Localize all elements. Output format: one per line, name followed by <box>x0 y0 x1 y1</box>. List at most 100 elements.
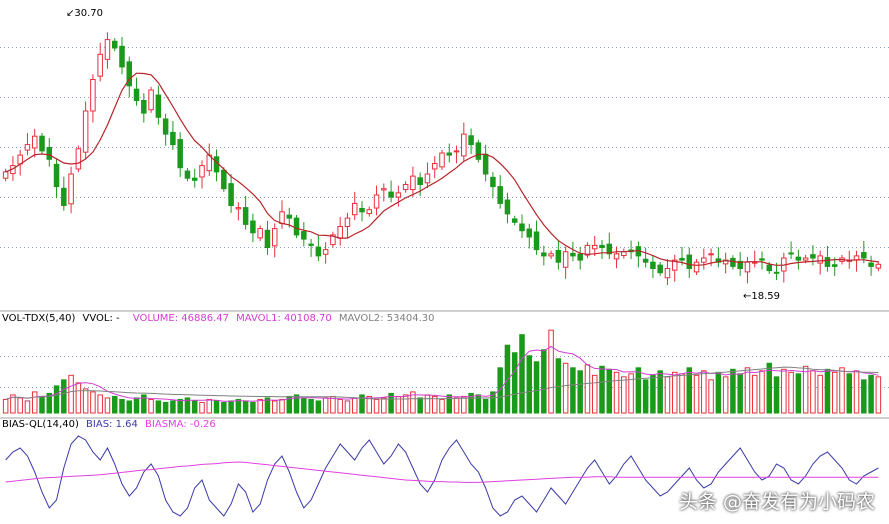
volume-bar <box>839 367 845 414</box>
candle-body <box>555 249 562 263</box>
volume-indicator-name: VOL-TDX(5,40) <box>2 313 76 324</box>
volume-bar <box>53 385 60 414</box>
volume-bar <box>126 400 133 414</box>
candle-body <box>795 256 802 261</box>
volume-bar <box>744 367 751 414</box>
candle-body <box>693 261 700 273</box>
candle-body <box>533 231 540 251</box>
volume-bar <box>206 398 213 414</box>
candle-body <box>170 131 176 146</box>
candle-body <box>199 165 205 178</box>
candle-body <box>817 255 823 264</box>
volume-bar <box>177 398 183 414</box>
volume-bar <box>97 394 103 414</box>
candle-body <box>39 135 45 152</box>
candle-body <box>526 228 533 238</box>
candle-body <box>744 261 751 273</box>
candle-body <box>519 223 525 232</box>
candle-body <box>468 135 474 146</box>
volume-bar <box>482 398 489 414</box>
candle-body <box>831 264 838 267</box>
price-high-label: ↙30.70 <box>66 8 103 20</box>
candle-body <box>766 264 773 272</box>
vvol-value: VVOL: - <box>82 313 120 324</box>
volume-bar <box>31 391 38 414</box>
candle-body <box>337 226 343 239</box>
volume-bar <box>577 370 583 414</box>
candle-body <box>286 214 293 219</box>
volume-bar <box>548 329 554 414</box>
candle-body <box>868 262 874 267</box>
volume-bar <box>461 395 467 414</box>
candle-body <box>119 45 125 68</box>
volume-bar <box>773 376 780 414</box>
candle-body <box>381 188 387 191</box>
volume-bar <box>817 374 823 414</box>
volume-bar <box>373 398 380 414</box>
volume-bar <box>788 371 794 414</box>
candle-body <box>388 191 394 198</box>
volume-bar <box>82 388 89 414</box>
volume-bar <box>322 397 329 414</box>
candle-body <box>344 217 351 228</box>
candle-body <box>541 252 547 257</box>
volume-bar <box>875 376 882 414</box>
candle-body <box>701 257 707 263</box>
volume-bar <box>337 398 343 414</box>
candle-body <box>708 253 714 256</box>
candle-body <box>351 202 358 216</box>
candle-body <box>141 100 147 114</box>
candle-body <box>562 251 569 268</box>
price-high-value: 30.70 <box>74 8 104 19</box>
candle-body <box>366 209 373 214</box>
volume-bar <box>315 400 322 414</box>
volume-bar <box>541 349 547 414</box>
bias-indicator-name: BIAS-QL(14,40) <box>2 419 79 430</box>
volume-bar <box>228 400 234 414</box>
candle-body <box>293 217 300 236</box>
volume-bar <box>104 397 111 414</box>
volume-bar <box>635 367 642 414</box>
candle-body <box>235 207 242 210</box>
candle-body <box>475 142 482 160</box>
candle-body <box>730 257 736 267</box>
volume-bar <box>562 362 569 414</box>
candle-body <box>271 228 278 247</box>
volume-bar <box>795 373 802 414</box>
candle-body <box>679 257 685 261</box>
candle-body <box>664 268 671 279</box>
candle-body <box>439 152 445 168</box>
volume-bar <box>664 376 671 414</box>
candle-body <box>24 144 31 151</box>
candle-body <box>322 249 329 255</box>
volume-bar <box>453 397 460 414</box>
price-grid <box>0 47 889 248</box>
candle-body <box>177 139 183 169</box>
candle-body <box>155 94 162 118</box>
volume-bar <box>199 401 205 414</box>
candle-body <box>759 258 765 261</box>
volume-bar <box>213 400 220 414</box>
volume-bar <box>824 368 831 414</box>
candle-body <box>642 258 649 263</box>
candle-body <box>461 133 467 157</box>
volume-bar <box>155 400 162 414</box>
volume-bar <box>526 355 533 414</box>
candle-body <box>111 40 118 49</box>
volume-bar <box>751 374 758 414</box>
candle-body <box>548 253 554 257</box>
volume-value: VOLUME: 46886.47 <box>132 313 229 324</box>
volume-bar <box>606 368 613 414</box>
volume-bar <box>584 364 591 414</box>
candle-body <box>861 252 867 259</box>
volume-bar <box>308 398 314 414</box>
volume-bar <box>810 370 816 414</box>
volume-bar-series <box>2 329 882 414</box>
candle-body <box>90 79 96 112</box>
volume-bar <box>191 400 198 414</box>
volume-bar <box>61 379 67 414</box>
volume-bar <box>271 400 278 414</box>
volume-bar <box>170 400 176 414</box>
stock-chart <box>0 32 889 517</box>
mavol2-value: MAVOL2: 53404.30 <box>338 313 435 324</box>
